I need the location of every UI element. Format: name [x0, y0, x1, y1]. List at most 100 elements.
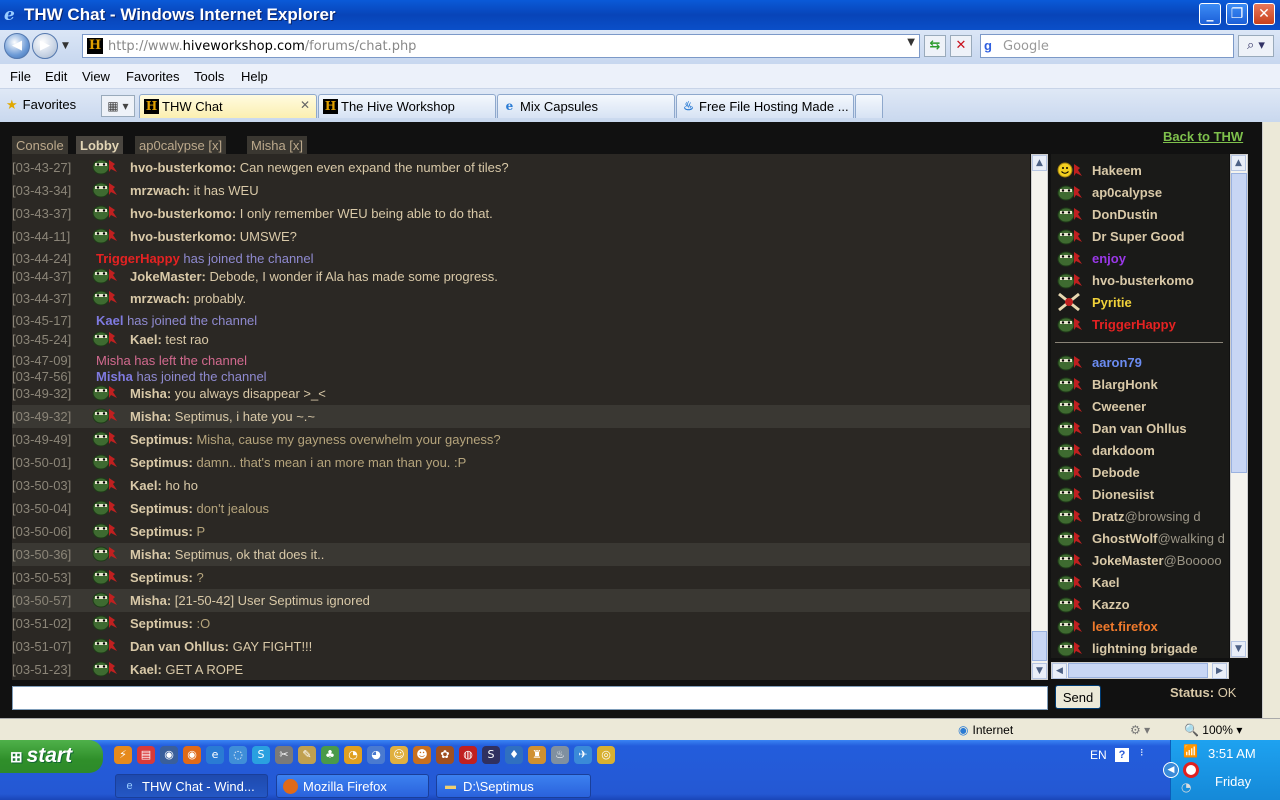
menu-view[interactable]: View	[82, 69, 110, 84]
message-nick[interactable]: Kael: GET A ROPE	[130, 662, 243, 677]
quicklaunch-icon[interactable]: ✎	[298, 746, 316, 764]
menu-favorites[interactable]: Favorites	[126, 69, 179, 84]
user-list-item[interactable]: TriggerHappy	[1057, 314, 1229, 336]
message-nick[interactable]: mrzwach: it has WEU	[130, 183, 259, 198]
message-nick[interactable]: Misha: you always disappear >_<	[130, 386, 326, 401]
chat-tab-misha[interactable]: Misha [x]	[247, 136, 308, 156]
user-list-item[interactable]: Pyritie	[1057, 292, 1229, 314]
quicklaunch-icon[interactable]: ♣	[321, 746, 339, 764]
tab-hive-workshop[interactable]: H The Hive Workshop	[318, 94, 496, 118]
antivirus-icon[interactable]	[1183, 762, 1199, 778]
scroll-left-icon[interactable]: ◀	[1052, 663, 1067, 679]
tab-file-hosting[interactable]: ♨ Free File Hosting Made ...	[676, 94, 854, 118]
message-nick[interactable]: mrzwach: probably.	[130, 291, 246, 306]
menu-tools[interactable]: Tools	[194, 69, 224, 84]
user-list-item[interactable]: Dratz@browsing d	[1057, 506, 1229, 528]
user-list-item[interactable]: Dan van Ohllus	[1057, 418, 1229, 440]
clock[interactable]: 3:51 AM	[1208, 746, 1256, 761]
message-nick[interactable]: Septimus: Misha, cause my gayness overwh…	[130, 432, 501, 447]
address-bar[interactable]: H http://www.hiveworkshop.com/forums/cha…	[82, 34, 920, 58]
user-list-item[interactable]: DonDustin	[1057, 204, 1229, 226]
close-tab-icon[interactable]: ✕	[300, 98, 310, 112]
user-list-scrollbar[interactable]: ▲ ▼	[1230, 154, 1248, 658]
taskbar-button-firefox[interactable]: Mozilla Firefox	[276, 774, 429, 798]
quicklaunch-icon[interactable]: ✿	[436, 746, 454, 764]
start-button[interactable]: ⊞ start	[0, 740, 103, 773]
quicklaunch-icon[interactable]: S	[482, 746, 500, 764]
user-list-item[interactable]: Dr Super Good	[1057, 226, 1229, 248]
search-button[interactable]: ⌕ ▾	[1238, 35, 1274, 57]
user-list-item[interactable]: Cweener	[1057, 396, 1229, 418]
tray-options-icon[interactable]: ⁝	[1140, 746, 1144, 759]
user-list-item[interactable]: Kazzo	[1057, 594, 1229, 616]
message-nick[interactable]: Misha: Septimus, i hate you ~.~	[130, 409, 315, 424]
taskbar-button-folder[interactable]: ▬ D:\Septimus	[436, 774, 591, 798]
user-list-item[interactable]: BlargHonk	[1057, 374, 1229, 396]
message-nick[interactable]: hvo-busterkomo: I only remember WEU bein…	[130, 206, 493, 221]
user-list-item[interactable]: leet.firefox	[1057, 616, 1229, 638]
user-list-hscrollbar[interactable]: ◀ ▶	[1051, 662, 1229, 679]
message-nick[interactable]: Dan van Ohllus: GAY FIGHT!!!	[130, 639, 312, 654]
stop-button[interactable]: ✕	[950, 35, 972, 57]
refresh-button[interactable]: ⇆	[924, 35, 946, 57]
scroll-up-icon[interactable]: ▲	[1032, 155, 1047, 171]
tab-mix-capsules[interactable]: e Mix Capsules	[497, 94, 675, 118]
chrome-icon[interactable]: ◎	[597, 746, 615, 764]
quicklaunch-icon[interactable]: ♦	[505, 746, 523, 764]
user-list-item[interactable]: enjoy	[1057, 248, 1229, 270]
menu-edit[interactable]: Edit	[45, 69, 67, 84]
user-list-item[interactable]: Hakeem	[1057, 160, 1229, 182]
message-nick[interactable]: Septimus: ?	[130, 570, 204, 585]
message-nick[interactable]: Septimus: don't jealous	[130, 501, 269, 516]
help-icon[interactable]: ?	[1115, 748, 1129, 762]
user-list-item[interactable]: aaron79	[1057, 352, 1229, 374]
quicklaunch-icon[interactable]: ✂	[275, 746, 293, 764]
user-list-item[interactable]: Kael	[1057, 572, 1229, 594]
message-nick[interactable]: hvo-busterkomo: UMSWE?	[130, 229, 297, 244]
user-list-item[interactable]: lightning brigade	[1057, 638, 1229, 658]
message-nick[interactable]: hvo-busterkomo: Can newgen even expand t…	[130, 160, 509, 175]
new-tab-button[interactable]	[855, 94, 883, 118]
favorites-button[interactable]: ★ Favorites	[6, 97, 76, 113]
back-to-thw-link[interactable]: Back to THW	[1163, 129, 1243, 144]
message-nick[interactable]: JokeMaster: Debode, I wonder if Ala has …	[130, 269, 498, 284]
quicklaunch-icon[interactable]: ◉	[160, 746, 178, 764]
ie-icon[interactable]: e	[206, 746, 224, 764]
quicklaunch-icon[interactable]: ♨	[551, 746, 569, 764]
chat-tab-console[interactable]: Console	[12, 136, 68, 156]
menu-file[interactable]: File	[10, 69, 31, 84]
message-nick[interactable]: Septimus: damn.. that's mean i an more m…	[130, 455, 466, 470]
chat-log-scrollbar[interactable]: ▲ ▼	[1031, 154, 1048, 680]
message-nick[interactable]: Kael: ho ho	[130, 478, 198, 493]
history-dropdown-icon[interactable]: ▼	[62, 41, 69, 51]
message-nick[interactable]: Septimus: P	[130, 524, 205, 539]
protected-mode-icon[interactable]: ⚙ ▾	[1130, 723, 1150, 737]
network-icon[interactable]: 📶	[1183, 744, 1198, 758]
quicklaunch-icon[interactable]: ✈	[574, 746, 592, 764]
scroll-thumb[interactable]	[1231, 173, 1247, 473]
quicklaunch-icon[interactable]: ◔	[344, 746, 362, 764]
scroll-thumb[interactable]	[1032, 631, 1047, 661]
forward-button[interactable]: ▶	[32, 33, 58, 59]
tab-thw-chat[interactable]: H THW Chat ✕	[139, 94, 317, 118]
volume-icon[interactable]: ◔	[1181, 780, 1191, 794]
chat-tab-ap0calypse[interactable]: ap0calypse [x]	[135, 136, 227, 156]
chat-tab-lobby[interactable]: Lobby	[76, 136, 123, 156]
message-nick[interactable]: Misha: [21-50-42] User Septimus ignored	[130, 593, 370, 608]
user-list-item[interactable]: Dionesiist	[1057, 484, 1229, 506]
user-list-item[interactable]: hvo-busterkomo	[1057, 270, 1229, 292]
quicklaunch-icon[interactable]: ☺	[390, 746, 408, 764]
user-list-item[interactable]: Debode	[1057, 462, 1229, 484]
search-box[interactable]: g Google	[980, 34, 1234, 58]
show-hidden-icons-icon[interactable]: ◀	[1163, 762, 1179, 778]
scroll-down-icon[interactable]: ▼	[1231, 641, 1246, 657]
close-window-button[interactable]: ✕	[1253, 3, 1275, 25]
zoom-level[interactable]: 🔍 100% ▾	[1184, 723, 1242, 737]
skype-icon[interactable]: S	[252, 746, 270, 764]
menu-help[interactable]: Help	[241, 69, 268, 84]
quicklaunch-icon[interactable]: ◍	[459, 746, 477, 764]
scroll-up-icon[interactable]: ▲	[1231, 155, 1246, 171]
quicklaunch-icon[interactable]: ♜	[528, 746, 546, 764]
address-dropdown-icon[interactable]: ▼	[907, 37, 915, 48]
message-input[interactable]	[12, 686, 1048, 710]
